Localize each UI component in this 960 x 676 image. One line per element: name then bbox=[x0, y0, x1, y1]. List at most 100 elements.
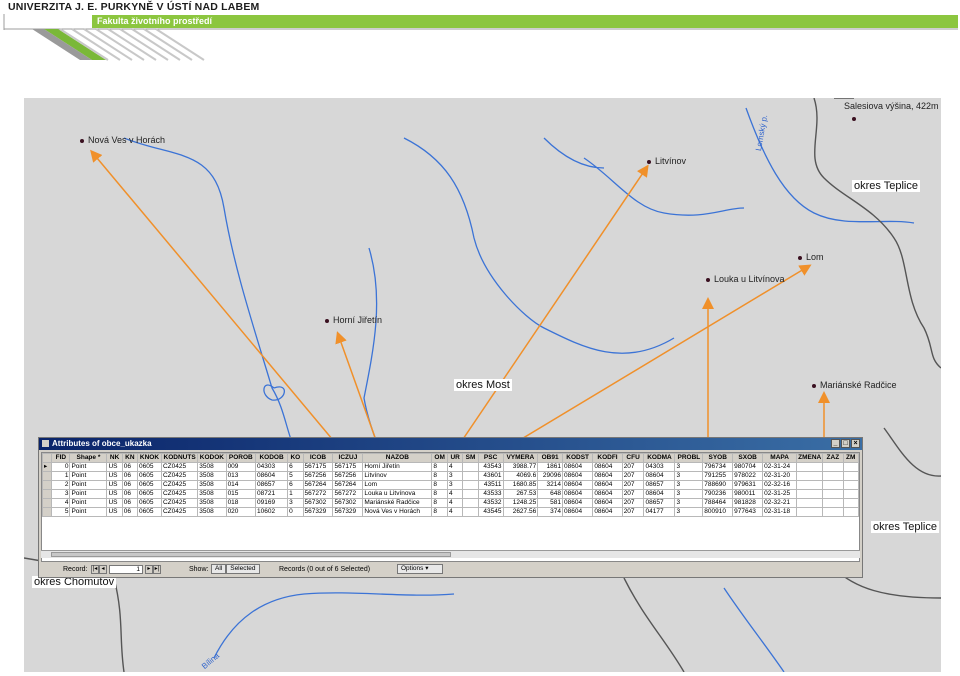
table-cell[interactable]: 43511 bbox=[477, 480, 504, 490]
table-cell[interactable]: 207 bbox=[621, 489, 645, 499]
table-cell[interactable] bbox=[842, 489, 859, 499]
table-cell[interactable] bbox=[462, 462, 479, 472]
table-cell[interactable]: 10602 bbox=[255, 507, 289, 517]
table-cell[interactable]: 3508 bbox=[197, 507, 227, 517]
table-cell[interactable]: 08604 bbox=[643, 471, 676, 481]
prev-record-icon[interactable]: ◂ bbox=[99, 564, 107, 574]
table-cell[interactable]: 567256 bbox=[302, 471, 334, 481]
table-cell[interactable] bbox=[842, 471, 859, 481]
column-header[interactable]: KODST bbox=[561, 453, 594, 463]
table-cell[interactable]: 08721 bbox=[255, 489, 289, 499]
table-cell[interactable] bbox=[462, 498, 479, 508]
table-cell[interactable]: 2627.56 bbox=[502, 507, 539, 517]
column-header[interactable]: ZM bbox=[842, 453, 859, 463]
column-header[interactable]: POROB bbox=[225, 453, 257, 463]
table-cell[interactable]: 567175 bbox=[332, 462, 364, 472]
table-cell[interactable]: 980011 bbox=[732, 489, 764, 499]
table-cell[interactable]: Point bbox=[69, 507, 108, 517]
table-cell[interactable]: Point bbox=[69, 471, 108, 481]
table-cell[interactable]: 04303 bbox=[643, 462, 676, 472]
table-cell[interactable]: 796734 bbox=[702, 462, 734, 472]
table-cell[interactable]: 0605 bbox=[137, 489, 162, 499]
column-header[interactable]: KN bbox=[121, 453, 139, 463]
table-cell[interactable]: 567264 bbox=[302, 480, 334, 490]
table-cell[interactable]: 1248.25 bbox=[502, 498, 539, 508]
table-cell[interactable]: 009 bbox=[225, 462, 257, 472]
table-cell[interactable]: 567264 bbox=[332, 480, 364, 490]
table-cell[interactable]: US bbox=[106, 462, 123, 472]
table-cell[interactable]: 09169 bbox=[255, 498, 289, 508]
table-cell[interactable]: 43532 bbox=[477, 498, 504, 508]
attribute-table-container[interactable]: FID Shape * NK KN KNOK KODNUTS KODOK POROB KODOB… bbox=[41, 452, 860, 562]
table-cell[interactable]: 648 bbox=[537, 489, 563, 499]
column-header[interactable]: SXOB bbox=[732, 453, 764, 463]
show-all-button[interactable]: All bbox=[211, 564, 227, 575]
table-cell[interactable]: CZ0425 bbox=[160, 462, 199, 472]
row-selector[interactable] bbox=[42, 507, 53, 517]
table-cell[interactable]: 3 bbox=[674, 480, 704, 490]
table-cell[interactable]: Point bbox=[69, 462, 108, 472]
scrollbar-thumb[interactable] bbox=[51, 552, 451, 557]
table-cell[interactable]: 8 bbox=[431, 471, 448, 481]
column-header[interactable]: VYMERA bbox=[502, 453, 539, 463]
row-selector[interactable] bbox=[42, 489, 53, 499]
table-cell[interactable]: CZ0425 bbox=[160, 489, 199, 499]
table-cell[interactable]: 3988.77 bbox=[502, 462, 539, 472]
table-cell[interactable]: Louka u Litvínova bbox=[362, 489, 433, 499]
table-cell[interactable]: US bbox=[106, 498, 123, 508]
table-cell[interactable]: 4 bbox=[51, 498, 71, 508]
table-cell[interactable] bbox=[462, 507, 479, 517]
table-cell[interactable]: 04177 bbox=[643, 507, 676, 517]
table-cell[interactable]: 3 bbox=[674, 462, 704, 472]
table-cell[interactable]: 018 bbox=[225, 498, 257, 508]
next-record-icon[interactable]: ▸ bbox=[144, 564, 153, 574]
table-cell[interactable]: Horní Jiřetín bbox=[362, 462, 433, 472]
first-record-icon[interactable]: |◂ bbox=[91, 564, 99, 574]
maximize-icon[interactable]: □ bbox=[841, 439, 850, 448]
column-header[interactable]: FID bbox=[51, 453, 71, 463]
table-cell[interactable]: 08657 bbox=[255, 480, 289, 490]
table-cell[interactable]: 567329 bbox=[302, 507, 334, 517]
table-cell[interactable]: Litvínov bbox=[362, 471, 433, 481]
table-cell[interactable]: 581 bbox=[537, 498, 563, 508]
table-cell[interactable]: 0605 bbox=[137, 507, 162, 517]
table-cell[interactable]: 08604 bbox=[643, 489, 676, 499]
table-cell[interactable]: 02-31-18 bbox=[762, 507, 798, 517]
table-cell[interactable] bbox=[842, 480, 859, 490]
table-cell[interactable]: 6 bbox=[287, 480, 304, 490]
table-cell[interactable]: 374 bbox=[537, 507, 563, 517]
table-cell[interactable]: 567272 bbox=[302, 489, 334, 499]
column-header[interactable]: PROBL bbox=[674, 453, 704, 463]
table-cell[interactable]: 43545 bbox=[477, 507, 504, 517]
table-cell[interactable]: 08604 bbox=[561, 489, 594, 499]
column-header[interactable]: PSC bbox=[477, 453, 504, 463]
table-cell[interactable]: 980704 bbox=[732, 462, 764, 472]
table-cell[interactable]: 3 bbox=[446, 471, 464, 481]
table-cell[interactable] bbox=[842, 462, 859, 472]
column-header[interactable]: ZAZ bbox=[822, 453, 844, 463]
column-header[interactable]: KODFI bbox=[592, 453, 623, 463]
table-row[interactable]: 2 Point US 06 0605 CZ0425 3508 014 08657 6 567264 5… bbox=[42, 480, 859, 490]
table-cell[interactable]: 0605 bbox=[137, 471, 162, 481]
table-cell[interactable]: 08657 bbox=[643, 498, 676, 508]
column-header[interactable]: NK bbox=[106, 453, 123, 463]
table-cell[interactable]: 3 bbox=[446, 480, 464, 490]
options-button[interactable]: Options ▾ bbox=[397, 564, 443, 575]
table-cell[interactable]: 08604 bbox=[561, 480, 594, 490]
minimize-icon[interactable]: _ bbox=[831, 439, 840, 448]
table-cell[interactable]: 3 bbox=[674, 489, 704, 499]
table-cell[interactable]: 979631 bbox=[732, 480, 764, 490]
column-header[interactable]: CFU bbox=[621, 453, 645, 463]
table-cell[interactable]: 08604 bbox=[561, 462, 594, 472]
column-header[interactable]: KO bbox=[287, 453, 304, 463]
table-cell[interactable]: 8 bbox=[431, 507, 448, 517]
table-cell[interactable]: 3508 bbox=[197, 471, 227, 481]
table-cell[interactable]: 08604 bbox=[561, 471, 594, 481]
table-cell[interactable]: Mariánské Radčice bbox=[362, 498, 433, 508]
map-view[interactable]: Nová Ves v Horách Litvínov Horní Jiřetín… bbox=[24, 98, 941, 672]
row-selector[interactable] bbox=[42, 498, 53, 508]
table-cell[interactable]: 1680.85 bbox=[502, 480, 539, 490]
table-cell[interactable]: US bbox=[106, 480, 123, 490]
table-cell[interactable]: 0605 bbox=[137, 480, 162, 490]
table-cell[interactable]: 3508 bbox=[197, 480, 227, 490]
